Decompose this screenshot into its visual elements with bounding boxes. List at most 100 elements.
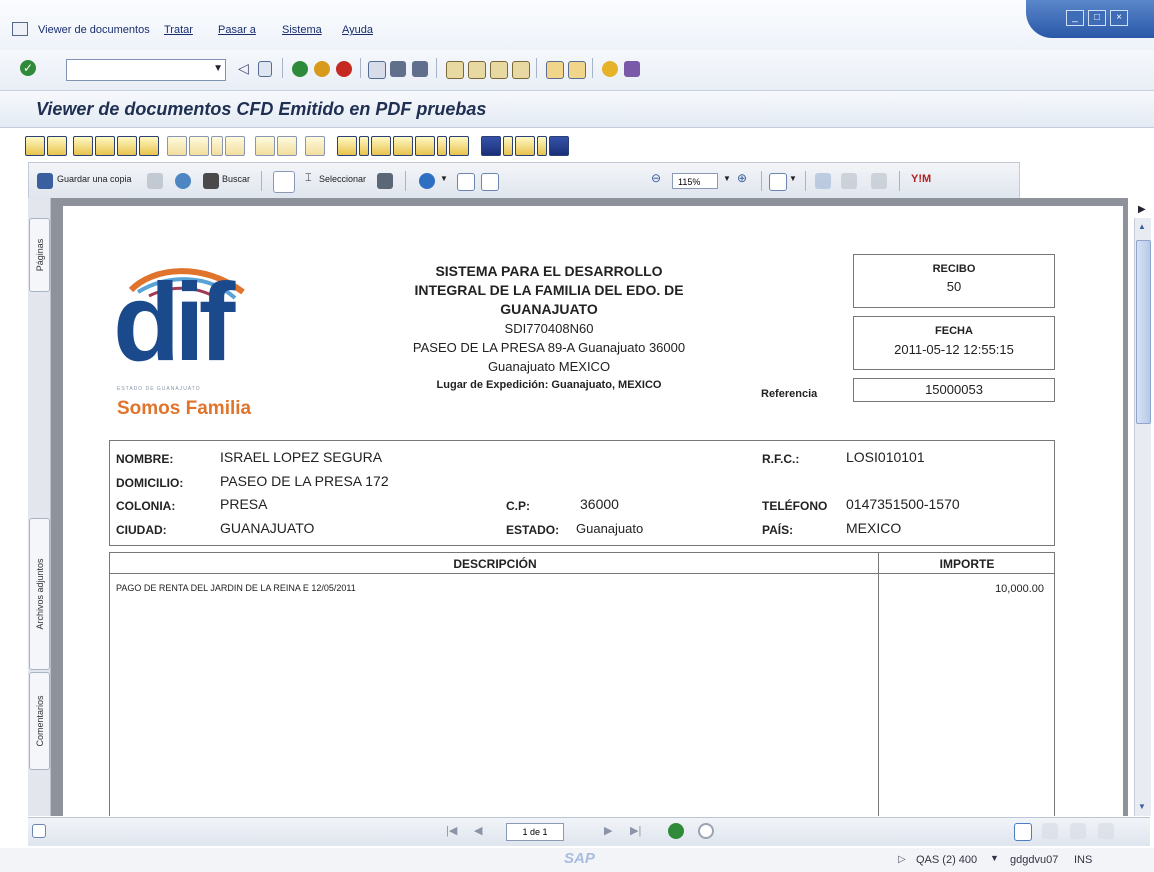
new-doc-icon[interactable] xyxy=(337,136,357,156)
dropdown-icon[interactable] xyxy=(211,136,223,156)
tab-attachments[interactable]: Archivos adjuntos xyxy=(29,518,50,670)
pen-disabled-icon[interactable] xyxy=(189,136,209,156)
pages-disabled-icon[interactable] xyxy=(277,136,297,156)
page-layout-icon[interactable] xyxy=(769,173,787,191)
help-icon[interactable] xyxy=(602,61,618,77)
find-icon[interactable] xyxy=(390,61,406,77)
chevron-down-icon[interactable]: ▼ xyxy=(213,63,223,74)
back-icon[interactable] xyxy=(292,61,308,77)
chevron-down-icon[interactable]: ▼ xyxy=(723,174,731,183)
menu-ayuda[interactable]: Ayuda xyxy=(342,24,373,36)
zoom-in-icon[interactable] xyxy=(419,173,435,189)
tab-comments[interactable]: Comentarios xyxy=(29,672,50,770)
snapshot-icon[interactable] xyxy=(377,173,393,189)
zoom-in-plus-icon[interactable]: ⊕ xyxy=(737,171,747,185)
layout-icon[interactable] xyxy=(624,61,640,77)
edit-icon[interactable] xyxy=(117,136,137,156)
chevron-down-icon[interactable]: ▼ xyxy=(789,174,797,183)
zoom-field[interactable]: 115% xyxy=(672,173,718,189)
tree-icon[interactable] xyxy=(449,136,469,156)
rotate-icon[interactable] xyxy=(815,173,831,189)
document-icon[interactable] xyxy=(25,136,45,156)
binoculars-icon[interactable] xyxy=(203,173,219,189)
menu-tratar[interactable]: Tratar xyxy=(164,24,193,36)
maximize-icon[interactable]: □ xyxy=(1088,10,1106,26)
facing-icon[interactable] xyxy=(1070,823,1086,839)
next-page-icon[interactable] xyxy=(490,61,508,79)
select-button[interactable]: Seleccionar xyxy=(319,174,366,184)
search-button[interactable]: Buscar xyxy=(222,174,250,184)
document-viewport[interactable]: dif ESTADO DE GUANAJUATO Somos Familia S… xyxy=(51,198,1128,816)
yahoo-toolbar-icon[interactable]: Y!M xyxy=(911,173,931,185)
thumbnail-icon[interactable] xyxy=(32,824,46,838)
page-disabled-icon[interactable] xyxy=(255,136,275,156)
save-copy-button[interactable]: Guardar una copia xyxy=(57,174,132,184)
first-page-icon[interactable]: |◀ xyxy=(446,824,457,837)
exit-icon[interactable] xyxy=(314,61,330,77)
zoom-out-icon[interactable]: ⊖ xyxy=(651,171,661,185)
shortcut-icon[interactable] xyxy=(568,61,586,79)
menu-window-icon[interactable] xyxy=(12,22,28,36)
new-session-icon[interactable] xyxy=(546,61,564,79)
scroll-thumb[interactable] xyxy=(1136,240,1151,424)
chevron-down-icon[interactable]: ▼ xyxy=(990,853,999,863)
sheet-disabled-icon[interactable] xyxy=(225,136,245,156)
last-page-icon[interactable]: ▶| xyxy=(630,824,641,837)
command-field[interactable]: ▼ xyxy=(66,59,226,81)
go-back-icon[interactable] xyxy=(668,823,684,839)
save-icon[interactable] xyxy=(258,61,272,77)
tab-pages[interactable]: Páginas xyxy=(29,218,50,292)
vertical-scrollbar[interactable]: ▲ ▼ xyxy=(1134,218,1151,816)
folder-icon[interactable] xyxy=(47,136,67,156)
menu-sistema[interactable]: Sistema xyxy=(282,24,322,36)
system-info[interactable]: QAS (2) 400 xyxy=(916,854,977,866)
dropdown3-icon[interactable] xyxy=(437,136,447,156)
export-icon[interactable] xyxy=(481,136,501,156)
dropdown5-icon[interactable] xyxy=(537,136,547,156)
edit2-icon[interactable] xyxy=(393,136,413,156)
input-mode[interactable]: INS xyxy=(1074,854,1092,866)
continuous-icon[interactable] xyxy=(1042,823,1058,839)
single-page-icon[interactable] xyxy=(1014,823,1032,841)
scroll-up-icon[interactable]: ▲ xyxy=(1138,222,1146,231)
menu-pasar-a[interactable]: Pasar a xyxy=(218,24,256,36)
menu-viewer[interactable]: Viewer de documentos xyxy=(38,24,150,36)
email-icon[interactable] xyxy=(175,173,191,189)
attachment-icon[interactable] xyxy=(73,136,93,156)
find-next-icon[interactable] xyxy=(412,61,428,77)
dropdown4-icon[interactable] xyxy=(503,136,513,156)
scroll-down-icon[interactable]: ▼ xyxy=(1138,802,1146,811)
status-arrow-icon[interactable]: ▷ xyxy=(898,854,906,865)
filter-icon[interactable] xyxy=(415,136,435,156)
chevron-down-icon[interactable]: ▼ xyxy=(440,174,448,183)
page-indicator[interactable]: 1 de 1 xyxy=(506,823,564,841)
close-icon[interactable]: × xyxy=(1110,10,1128,26)
info-icon[interactable] xyxy=(549,136,569,156)
fit-width-icon[interactable] xyxy=(481,173,499,191)
save-copy-icon[interactable] xyxy=(37,173,53,189)
undo-icon[interactable] xyxy=(841,173,857,189)
previous-page-icon[interactable] xyxy=(468,61,486,79)
previous-page-icon[interactable]: ◀ xyxy=(474,824,482,837)
copy2-icon[interactable] xyxy=(371,136,391,156)
continuous-facing-icon[interactable] xyxy=(1098,823,1114,839)
minimize-icon[interactable]: _ xyxy=(1066,10,1084,26)
redo-icon[interactable] xyxy=(871,173,887,189)
enter-icon[interactable]: ✓ xyxy=(20,60,36,76)
print-icon[interactable] xyxy=(368,61,386,79)
binoculars-icon[interactable] xyxy=(139,136,159,156)
print-icon[interactable] xyxy=(147,173,163,189)
cancel-icon[interactable] xyxy=(336,61,352,77)
first-page-icon[interactable] xyxy=(446,61,464,79)
go-forward-icon[interactable] xyxy=(698,823,714,839)
fit-height-icon[interactable] xyxy=(457,173,475,191)
dropdown2-icon[interactable] xyxy=(359,136,369,156)
panel-arrow-icon[interactable]: ▶ xyxy=(1138,204,1146,215)
copy-icon[interactable] xyxy=(95,136,115,156)
hand-icon[interactable] xyxy=(273,171,295,193)
page2-disabled-icon[interactable] xyxy=(305,136,325,156)
next-page-icon[interactable]: ▶ xyxy=(604,824,612,837)
doc-disabled-icon[interactable] xyxy=(167,136,187,156)
last-page-icon[interactable] xyxy=(512,61,530,79)
table-icon[interactable] xyxy=(515,136,535,156)
